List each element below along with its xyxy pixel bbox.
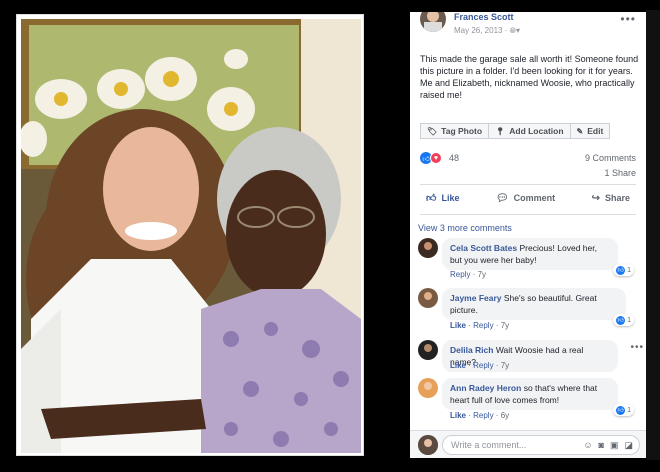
avatar[interactable]: [418, 238, 438, 258]
comment-label: Comment: [513, 193, 556, 203]
like-button[interactable]: 👍︎ Like: [420, 190, 465, 206]
comment-meta: Reply · 7y: [450, 270, 487, 279]
more-options-icon[interactable]: •••: [630, 342, 644, 353]
commenter-name[interactable]: Ann Radey Heron: [450, 383, 521, 393]
post-actions: 👍︎ Like 💬︎ Comment ↪ Share: [420, 190, 636, 206]
comment-time[interactable]: 7y: [501, 361, 509, 370]
camera-icon[interactable]: ◙: [599, 440, 604, 451]
thumbs-up-icon: 👍︎: [426, 193, 437, 204]
photo-image: [21, 19, 361, 453]
comment-item: Cela Scott Bates Precious! Loved her, bu…: [418, 238, 638, 282]
reply-link[interactable]: Reply: [450, 270, 470, 279]
gif-icon[interactable]: ▣: [610, 440, 619, 451]
view-more-comments-link[interactable]: View 3 more comments: [418, 223, 512, 233]
comment-react-count: 1: [627, 316, 631, 324]
comment-meta: Like · Reply · 6y: [450, 411, 510, 420]
like-link[interactable]: Like: [450, 411, 466, 420]
shares-count-link[interactable]: 1 Share: [604, 168, 636, 178]
add-location-button[interactable]: 📍︎ Add Location: [489, 123, 571, 139]
photo-viewer: Frances Scott May 26, 2013 · 🌐︎▾ ••• Thi…: [0, 0, 660, 472]
edit-label: Edit: [587, 126, 604, 136]
share-button[interactable]: ↪ Share: [586, 190, 636, 206]
love-reaction-icon: ♥: [430, 152, 442, 164]
divider: [420, 184, 636, 185]
photo[interactable]: [16, 14, 364, 456]
add-location-label: Add Location: [509, 126, 564, 136]
avatar[interactable]: [418, 378, 438, 398]
comment-reactions[interactable]: 👍︎ 1: [613, 264, 634, 276]
avatar[interactable]: [418, 340, 438, 360]
window-edge: [646, 10, 660, 460]
commenter-name[interactable]: Jayme Feary: [450, 293, 502, 303]
author-name[interactable]: Frances Scott: [454, 12, 514, 22]
comment-time[interactable]: 7y: [478, 270, 486, 279]
comment-bubble: Jayme Feary She's so beautiful. Great pi…: [442, 288, 626, 320]
like-label: Like: [441, 193, 460, 203]
comment-time[interactable]: 6y: [501, 411, 509, 420]
reaction-count: 48: [449, 153, 460, 163]
share-label: Share: [604, 193, 630, 203]
like-reaction-icon: 👍︎: [616, 405, 626, 415]
comment-bubble: Ann Radey Heron so that's where that hea…: [442, 378, 618, 410]
comment-composer: Write a comment... ☺ ◙ ▣ ◪: [410, 430, 646, 458]
like-reaction-icon: 👍︎: [616, 315, 626, 325]
comment-react-count: 1: [627, 266, 631, 274]
comment-reactions[interactable]: 👍︎ 1: [613, 314, 634, 326]
pencil-icon: ✎: [576, 126, 584, 136]
post-panel: Frances Scott May 26, 2013 · 🌐︎▾ ••• Thi…: [410, 12, 646, 458]
like-link[interactable]: Like: [450, 361, 466, 370]
photo-tools: 🏷︎ Tag Photo 📍︎ Add Location ✎ Edit: [420, 123, 611, 139]
reactions-summary[interactable]: 👍︎ ♥ 48: [420, 152, 459, 164]
like-link[interactable]: Like: [450, 321, 466, 330]
more-options-icon[interactable]: •••: [620, 12, 636, 26]
commenter-name[interactable]: Delila Rich: [450, 345, 493, 355]
comment-time[interactable]: 7y: [501, 321, 509, 330]
globe-icon: 🌐︎▾: [509, 26, 521, 35]
composer-tools: ☺ ◙ ▣ ◪: [577, 440, 633, 451]
comment-reactions[interactable]: 👍︎ 1: [613, 404, 634, 416]
comments-count-link[interactable]: 9 Comments: [585, 153, 636, 163]
tag-photo-button[interactable]: 🏷︎ Tag Photo: [420, 123, 490, 139]
sticker-icon[interactable]: ◪: [624, 440, 633, 451]
commenter-name[interactable]: Cela Scott Bates: [450, 243, 517, 253]
divider: [420, 214, 636, 215]
comment-item: Delila Rich Wait Woosie had a real name?…: [418, 340, 643, 372]
tag-icon: 🏷︎: [427, 126, 438, 136]
post-date[interactable]: May 26, 2013 · 🌐︎▾: [454, 26, 520, 36]
speech-bubble-icon: 💬︎: [495, 192, 509, 204]
location-pin-icon: 📍︎: [495, 126, 506, 136]
share-arrow-icon: ↪: [591, 192, 600, 204]
avatar: [418, 435, 438, 455]
comment-bubble: Cela Scott Bates Precious! Loved her, bu…: [442, 238, 618, 270]
comment-meta: Like · Reply · 7y: [450, 321, 510, 330]
avatar[interactable]: [418, 288, 438, 308]
post-date-text[interactable]: May 26, 2013 ·: [454, 26, 510, 35]
tag-photo-label: Tag Photo: [441, 126, 483, 136]
reply-link[interactable]: Reply: [473, 321, 493, 330]
comment-button[interactable]: 💬︎ Comment: [490, 190, 561, 206]
comment-placeholder: Write a comment...: [451, 440, 527, 450]
post-text: This made the garage sale all worth it! …: [420, 54, 639, 100]
emoji-icon[interactable]: ☺: [583, 440, 592, 451]
comment-input[interactable]: Write a comment... ☺ ◙ ▣ ◪: [442, 435, 640, 455]
reply-link[interactable]: Reply: [473, 361, 493, 370]
comment-react-count: 1: [627, 406, 631, 414]
comment-item: Jayme Feary She's so beautiful. Great pi…: [418, 288, 638, 332]
edit-button[interactable]: ✎ Edit: [570, 123, 611, 139]
reply-link[interactable]: Reply: [473, 411, 493, 420]
like-reaction-icon: 👍︎: [616, 265, 626, 275]
comment-meta: Like · Reply · 7y: [450, 361, 510, 370]
author-avatar[interactable]: [420, 12, 446, 32]
comment-item: Ann Radey Heron so that's where that hea…: [418, 378, 638, 422]
